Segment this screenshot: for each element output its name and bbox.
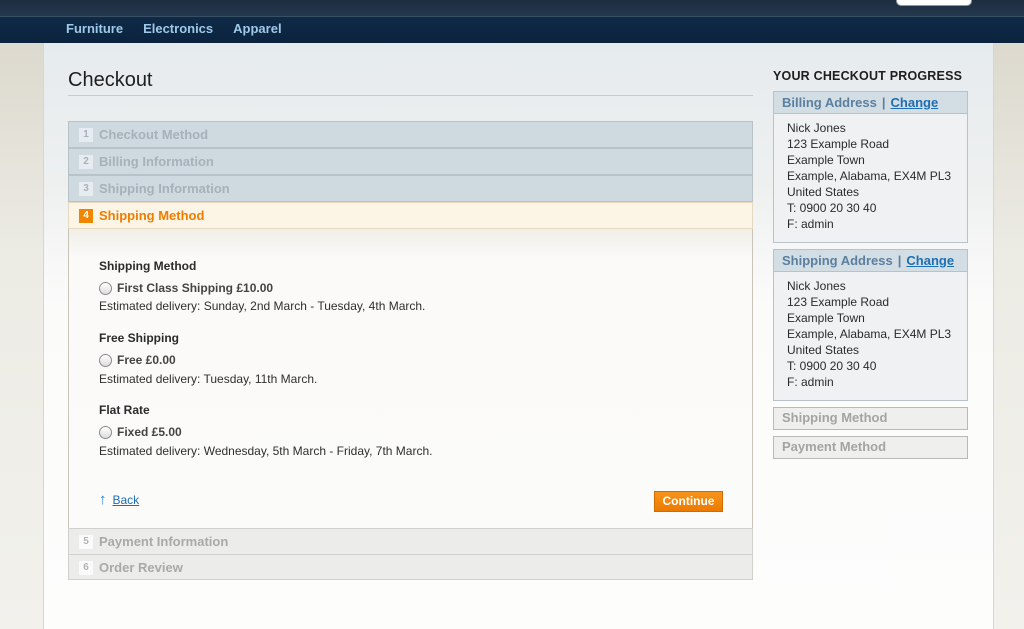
address-line: Nick Jones: [787, 279, 846, 293]
address-line: T: 0900 20 30 40: [787, 359, 877, 373]
step-shipping-information[interactable]: 3 Shipping Information: [68, 175, 753, 202]
shipping-option-first-class[interactable]: First Class Shipping £10.00: [99, 281, 273, 295]
box-title: Billing Address: [782, 95, 877, 110]
step-number: 4: [79, 209, 93, 223]
group-title: Free Shipping: [99, 331, 180, 345]
change-shipping-link[interactable]: Change: [906, 253, 954, 268]
step-label: Checkout Method: [99, 127, 209, 142]
address-line: Example, Alabama, EX4M PL3: [787, 169, 952, 183]
step-checkout-method[interactable]: 1 Checkout Method: [68, 121, 753, 148]
continue-button[interactable]: Continue: [654, 491, 723, 512]
nav-item-electronics[interactable]: Electronics: [143, 21, 213, 36]
group-title: Flat Rate: [99, 403, 150, 417]
address-line: F: admin: [787, 217, 834, 231]
shipping-address-box: Shipping Address | Change Nick Jones 123 E…: [773, 249, 968, 401]
address-line: 123 Example Road: [787, 295, 890, 309]
page-title: Checkout: [68, 69, 153, 91]
arrow-up-icon: ↑: [99, 491, 107, 508]
delivery-estimate: Estimated delivery: Tuesday, 11th March.: [99, 372, 318, 386]
delivery-estimate: Estimated delivery: Wednesday, 5th March…: [99, 444, 433, 458]
back-link-label[interactable]: Back: [113, 493, 140, 507]
shipping-method-panel: Shipping Method First Class Shipping £10…: [68, 229, 753, 529]
step-number: 5: [79, 535, 93, 549]
step-shipping-method[interactable]: 4 Shipping Method: [68, 202, 753, 229]
step-number: 3: [79, 182, 93, 196]
radio-button[interactable]: [99, 353, 112, 367]
billing-address-box: Billing Address | Change Nick Jones 123 Ex…: [773, 91, 968, 243]
radio-button[interactable]: [99, 425, 112, 439]
step-label: Shipping Method: [99, 208, 205, 223]
nav-item-furniture[interactable]: Furniture: [66, 21, 123, 36]
address-line: Example, Alabama, EX4M PL3: [787, 327, 952, 341]
step-label: Billing Information: [99, 154, 214, 169]
option-label[interactable]: Fixed £5.00: [117, 425, 182, 439]
shipping-option-flat-rate[interactable]: Fixed £5.00: [99, 425, 182, 439]
box-header: Billing Address | Change: [774, 92, 967, 114]
shipping-option-free[interactable]: Free £0.00: [99, 353, 176, 367]
address-line: Nick Jones: [787, 121, 846, 135]
option-label[interactable]: Free £0.00: [117, 353, 176, 367]
box-title: Payment Method: [774, 437, 967, 458]
box-title: Shipping Address: [782, 253, 893, 268]
top-header: [0, 0, 1024, 16]
radio-button[interactable]: [99, 281, 112, 295]
step-payment-information[interactable]: 5 Payment Information: [68, 528, 753, 555]
address-line: 123 Example Road: [787, 137, 890, 151]
option-label[interactable]: First Class Shipping £10.00: [117, 281, 273, 295]
address-line: Example Town: [787, 153, 865, 167]
payment-method-progress-box: Payment Method: [773, 436, 968, 459]
address-line: Example Town: [787, 311, 865, 325]
checkout-progress-heading: YOUR CHECKOUT PROGRESS: [773, 69, 963, 83]
address-body: Nick Jones 123 Example Road Example Town…: [774, 272, 967, 398]
shipping-method-progress-box: Shipping Method: [773, 407, 968, 430]
group-title: Shipping Method: [99, 259, 197, 273]
change-billing-link[interactable]: Change: [891, 95, 939, 110]
address-line: T: 0900 20 30 40: [787, 201, 877, 215]
title-divider: [68, 95, 753, 96]
box-title: Shipping Method: [774, 408, 967, 429]
address-line: United States: [787, 343, 860, 357]
box-header: Shipping Address | Change: [774, 250, 967, 272]
search-input-partial[interactable]: [896, 0, 972, 6]
step-billing-information[interactable]: 2 Billing Information: [68, 148, 753, 175]
address-line: F: admin: [787, 375, 834, 389]
main-nav: Furniture Electronics Apparel: [0, 16, 1024, 43]
step-number: 2: [79, 155, 93, 169]
back-link[interactable]: ↑ Back: [99, 491, 140, 508]
delivery-estimate: Estimated delivery: Sunday, 2nd March - …: [99, 299, 426, 313]
step-order-review[interactable]: 6 Order Review: [68, 554, 753, 580]
step-label: Payment Information: [99, 534, 229, 549]
address-body: Nick Jones 123 Example Road Example Town…: [774, 114, 967, 240]
step-label: Shipping Information: [99, 181, 230, 196]
header-links-partial: [806, 0, 886, 4]
step-label: Order Review: [99, 560, 183, 575]
nav-item-apparel[interactable]: Apparel: [233, 21, 281, 36]
step-number: 6: [79, 561, 93, 575]
address-line: United States: [787, 185, 860, 199]
step-number: 1: [79, 128, 93, 142]
